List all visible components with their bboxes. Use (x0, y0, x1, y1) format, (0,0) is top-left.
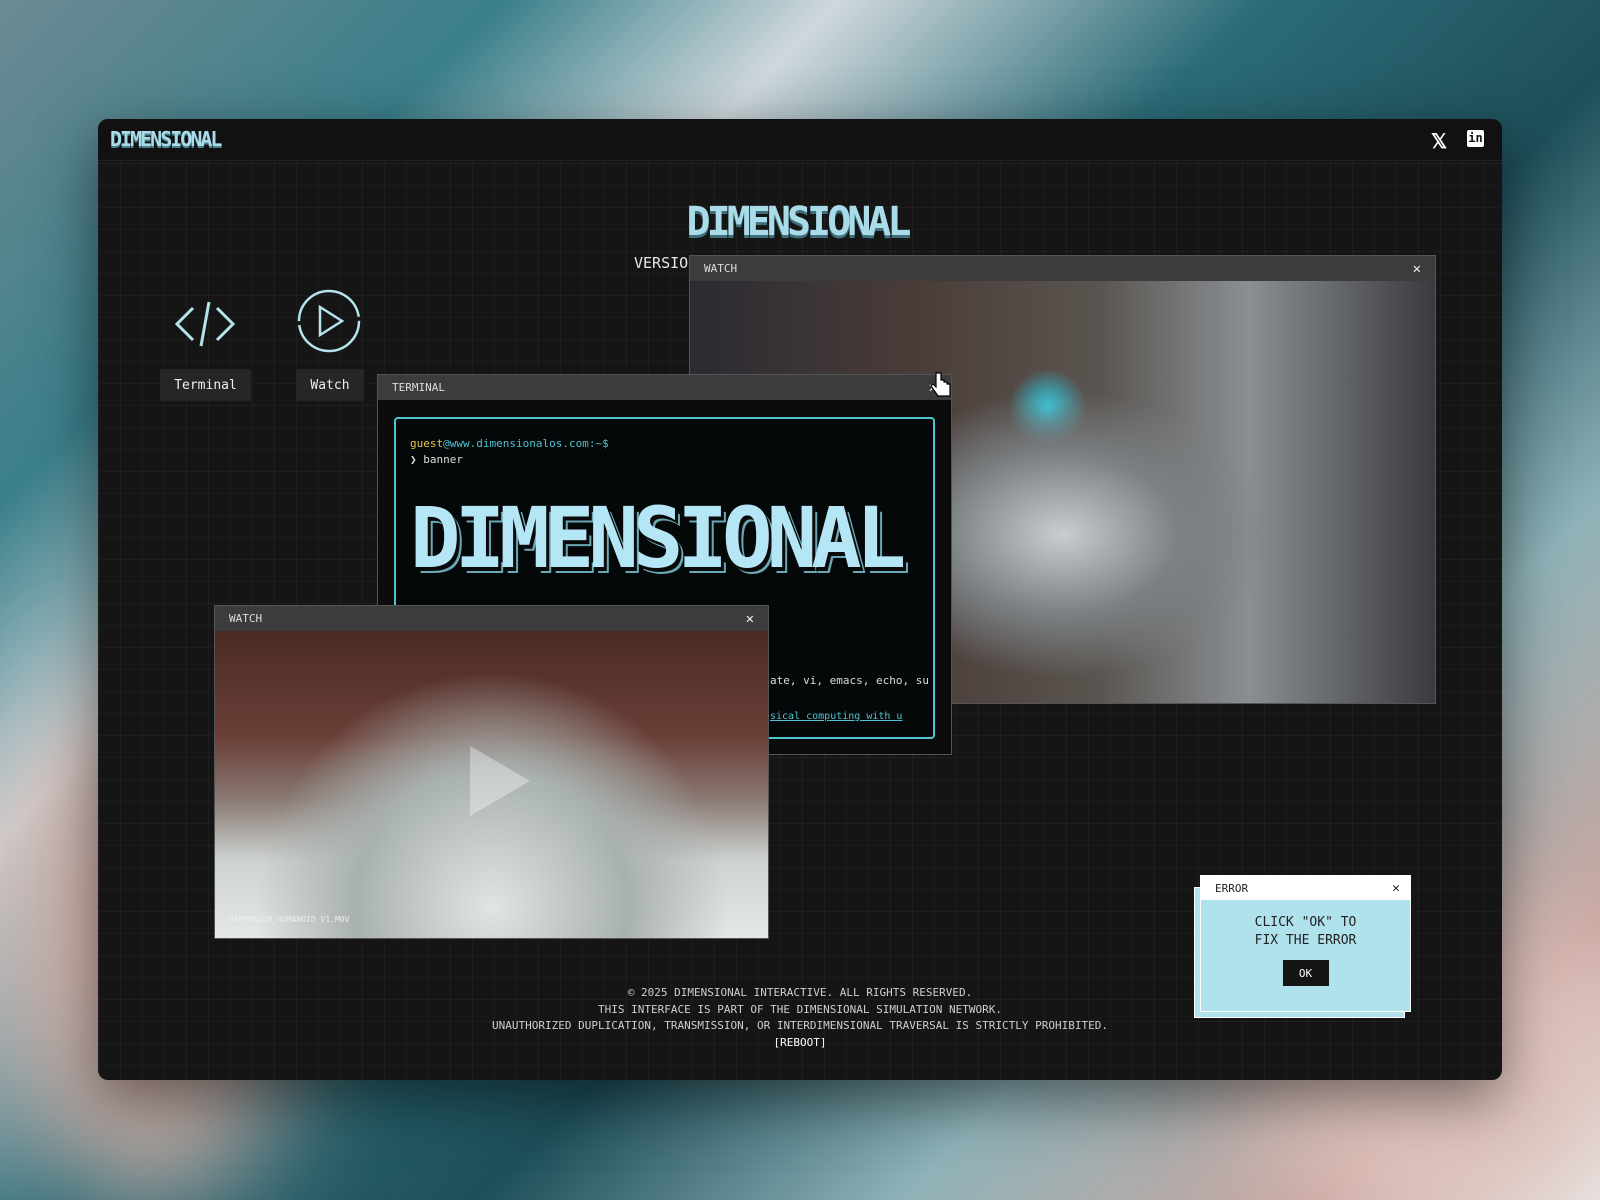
top-bar: DIMENSIONAL 𝕏 in (98, 119, 1502, 161)
window-header[interactable]: TERMINAL✕ (378, 375, 951, 400)
dialog-header[interactable]: ERROR ✕ (1201, 876, 1410, 900)
app-window: DIMENSIONAL 𝕏 in DIMENSIONAL VERSIO Term… (98, 119, 1502, 1080)
ok-button[interactable]: OK (1282, 960, 1329, 986)
window-title: WATCH (704, 262, 738, 275)
robot-dog-video[interactable]: DIMENSION_HUMANOID_V1.MOV (215, 631, 768, 938)
prompt-user: guest (410, 437, 444, 450)
window-title: TERMINAL (392, 381, 445, 394)
copyright: © 2025 DIMENSIONAL INTERACTIVE. ALL RIGH… (627, 986, 973, 999)
logo[interactable]: DIMENSIONAL (110, 127, 222, 151)
page-title: DIMENSIONAL (686, 199, 912, 245)
dialog-title: ERROR (1215, 881, 1249, 895)
play-icon (297, 289, 361, 353)
close-icon[interactable]: ✕ (746, 611, 754, 627)
version-label: VERSIO (634, 254, 689, 272)
close-icon[interactable]: ✕ (1413, 261, 1421, 277)
footer-line: THIS INTERFACE IS PART OF THE DIMENSIONA… (598, 1002, 1002, 1016)
watch-window-small[interactable]: WATCH ✕ DIMENSION_HUMANOID_V1.MOV (214, 605, 769, 939)
footer-line: UNAUTHORIZED DUPLICATION, TRANSMISSION, … (492, 1019, 1108, 1032)
message-line: FIX THE ERROR (1254, 933, 1357, 948)
watch-app-icon[interactable] (296, 288, 362, 358)
video-filename: DIMENSION_HUMANOID_V1.MOV (229, 915, 350, 924)
reboot-link[interactable]: [REBOOT] (98, 1035, 1502, 1052)
window-header[interactable]: WATCH ✕ (215, 606, 768, 631)
terminal-app-label[interactable]: Terminal (160, 369, 251, 401)
terminal-app-icon[interactable] (173, 296, 237, 356)
linkedin-icon[interactable]: in (1467, 130, 1484, 147)
window-header[interactable]: WATCH ✕ (690, 256, 1435, 281)
watch-app-label[interactable]: Watch (296, 369, 364, 401)
command-line: ❯ banner (410, 453, 463, 466)
window-title: WATCH (229, 612, 263, 625)
x-icon[interactable]: 𝕏 (1431, 129, 1447, 153)
ascii-banner: DIMENSIONAL (410, 489, 906, 587)
error-message: CLICK "OK" TO FIX THE ERROR (1201, 914, 1410, 950)
play-icon (470, 746, 530, 816)
message-line: CLICK "OK" TO (1254, 915, 1357, 930)
footer: © 2025 DIMENSIONAL INTERACTIVE. ALL RIGH… (98, 985, 1502, 1051)
prompt-host: @www.dimensionalos.com:~$ (443, 437, 609, 450)
close-icon[interactable]: ✕ (1392, 881, 1400, 896)
hand-cursor-icon (930, 372, 951, 397)
code-icon (174, 301, 236, 347)
